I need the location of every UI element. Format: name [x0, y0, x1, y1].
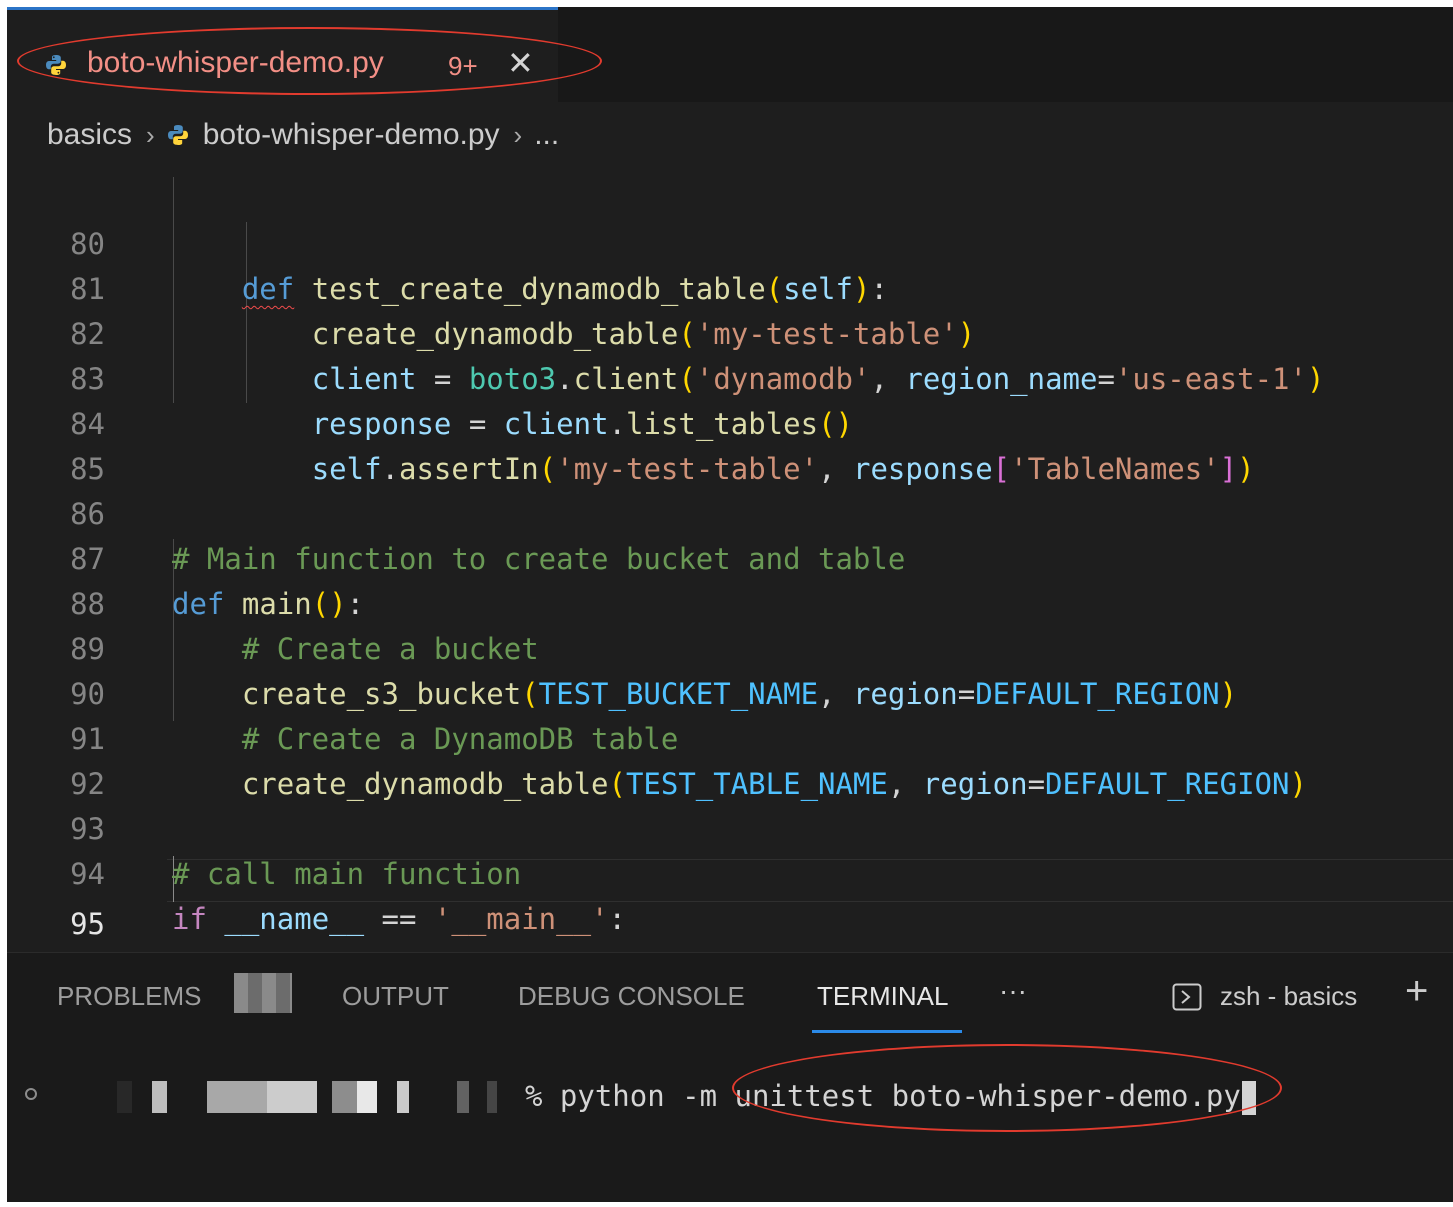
code-line: 92 [7, 717, 1453, 801]
terminal-icon [1172, 983, 1202, 1011]
bottom-panel: PROBLEMS OUTPUT DEBUG CONSOLE TERMINAL ·… [7, 952, 1453, 1202]
code-line: 95 main() [7, 857, 1453, 986]
tab-output[interactable]: OUTPUT [342, 981, 449, 1012]
code-line: 85 [7, 402, 1453, 486]
code-line: 80 def test_create_dynamodb_table(self): [7, 177, 1453, 306]
code-line: 91 create_dynamodb_table(TEST_TABLE_NAME… [7, 672, 1453, 801]
add-terminal-icon[interactable]: + [1405, 969, 1428, 1014]
more-tabs-icon[interactable]: ··· [999, 975, 1027, 1007]
tab-debug-console[interactable]: DEBUG CONSOLE [518, 981, 745, 1012]
breadcrumb-file[interactable]: boto-whisper-demo.py [203, 118, 500, 152]
code-line: 87 def main(): [7, 492, 1453, 621]
code-line: 86 # Main function to create bucket and … [7, 447, 1453, 576]
breadcrumb: basics › boto-whisper-demo.py › ... [47, 115, 559, 155]
tab-filename: boto-whisper-demo.py [87, 46, 384, 79]
code-line: 81 create_dynamodb_table('my-test-table'… [7, 222, 1453, 351]
command-status-icon [25, 1088, 37, 1100]
terminal-prompt-row[interactable]: % python -m unittest boto-whisper-demo.p… [7, 1071, 1453, 1121]
tab-problems[interactable]: PROBLEMS [57, 981, 202, 1012]
python-icon [46, 55, 66, 75]
code-line: 90 # Create a DynamoDB table [7, 627, 1453, 756]
code-line: 88 # Create a bucket [7, 537, 1453, 666]
code-editor[interactable]: 80 def test_create_dynamodb_table(self):… [7, 167, 1453, 986]
code-line: 96 [7, 902, 1453, 986]
terminal-name[interactable]: zsh - basics [1220, 981, 1357, 1012]
code-line: 84 self.assertIn('my-test-table', respon… [7, 357, 1453, 486]
code-line: 94 if __name__ == '__main__': [7, 807, 1453, 936]
editor-tab[interactable]: boto-whisper-demo.py 9+ ✕ [7, 7, 558, 102]
breadcrumb-symbol[interactable]: ... [534, 118, 559, 152]
vscode-window: boto-whisper-demo.py 9+ ✕ basics › boto-… [7, 7, 1453, 1202]
redacted-prompt [57, 1081, 522, 1113]
breadcrumb-folder[interactable]: basics [47, 118, 132, 152]
chevron-right-icon: › [513, 119, 523, 150]
tab-terminal[interactable]: TERMINAL [817, 981, 948, 1012]
terminal-command-text: % python -m unittest boto-whisper-demo.p… [525, 1079, 1241, 1113]
terminal-command: % python -m unittest boto-whisper-demo.p… [525, 1071, 1256, 1121]
tab-bar: boto-whisper-demo.py 9+ ✕ [7, 7, 1453, 102]
code-line: 93 # call main function [7, 762, 1453, 891]
active-tab-indicator [812, 1030, 962, 1033]
problems-badge-redacted [234, 973, 292, 1013]
code-line: 82 client = boto3.client('dynamodb', reg… [7, 267, 1453, 396]
terminal-cursor [1241, 1081, 1256, 1115]
python-icon [167, 125, 188, 145]
chevron-right-icon: › [146, 119, 155, 150]
close-icon[interactable]: ✕ [507, 44, 534, 82]
problems-count-badge: 9+ [448, 51, 478, 81]
code-line: 89 create_s3_bucket(TEST_BUCKET_NAME, re… [7, 582, 1453, 711]
code-line: 83 response = client.list_tables() [7, 312, 1453, 441]
